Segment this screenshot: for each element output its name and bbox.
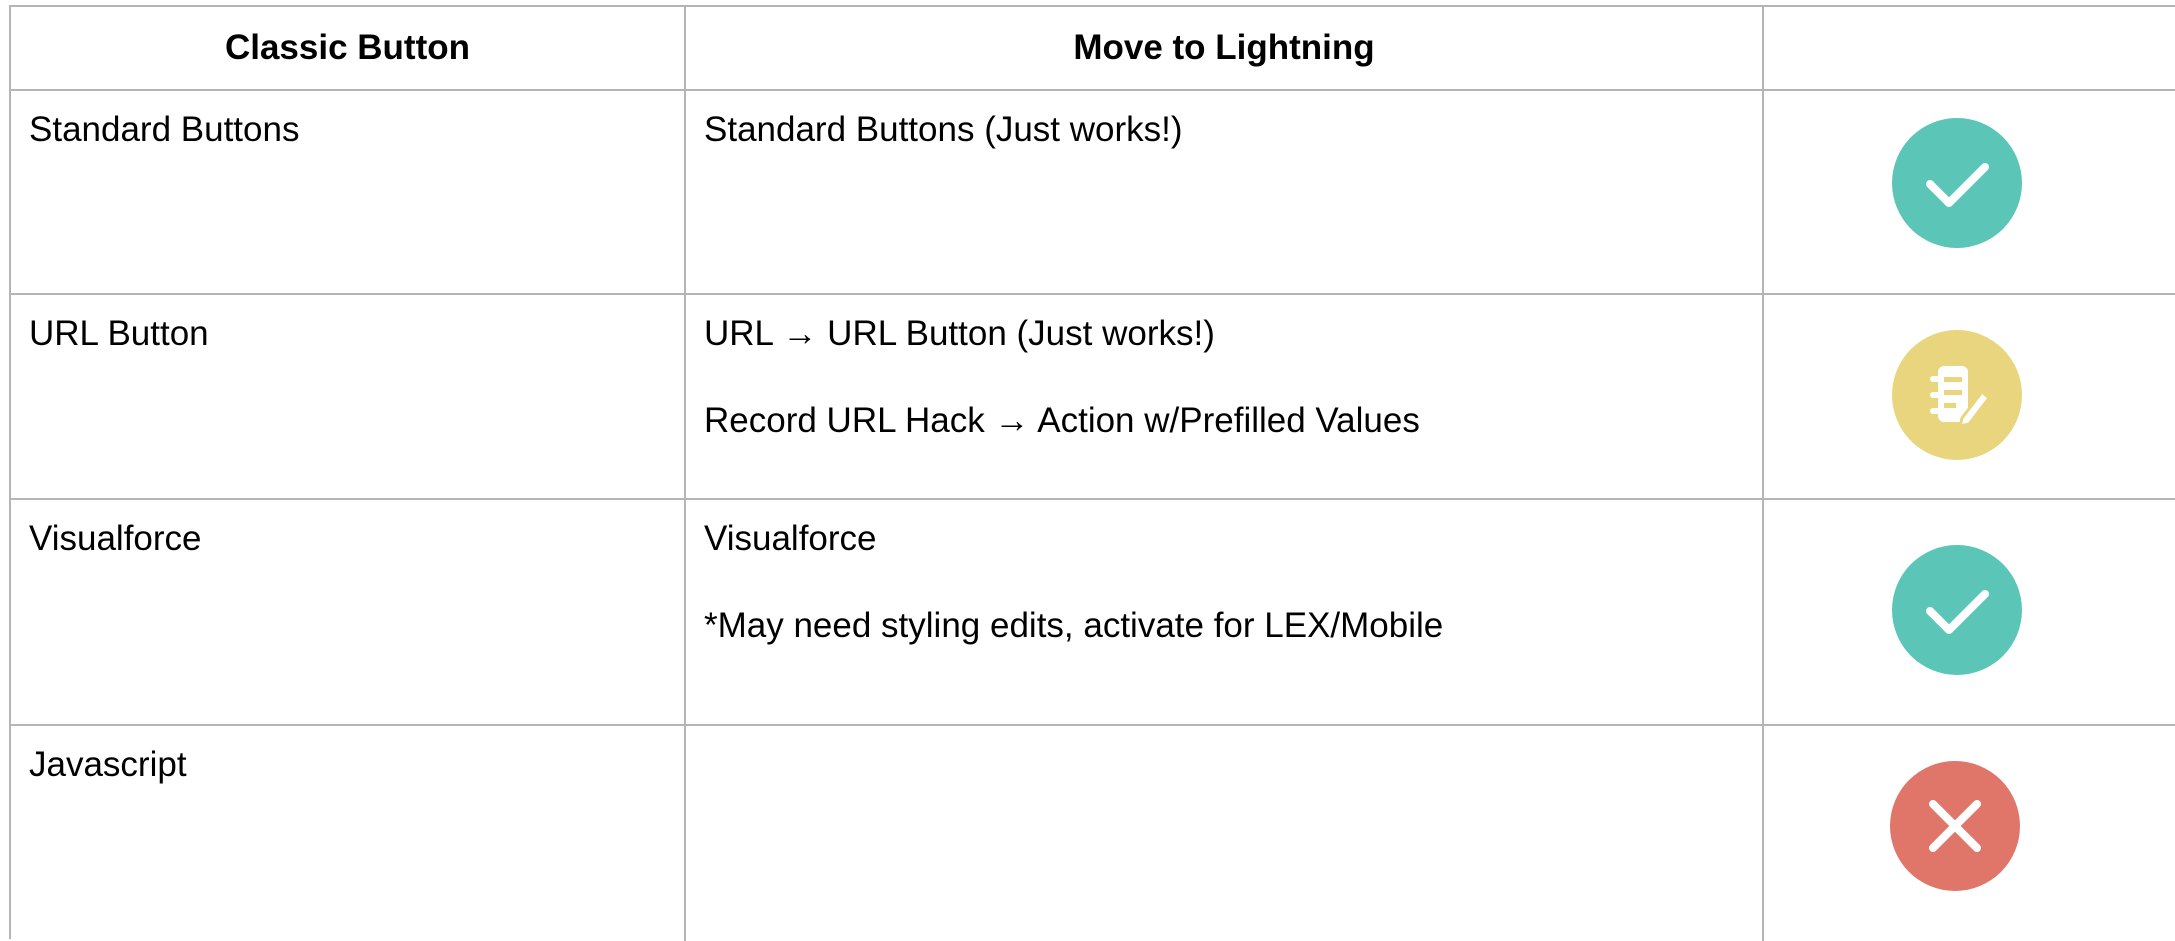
lightning-line: Standard Buttons (Just works!) [704, 110, 1183, 149]
table-row: URL Button URL → URL Button (Just works!… [11, 295, 2175, 500]
lightning-line: *May need styling edits, activate for LE… [704, 606, 1444, 645]
status-cell [1764, 295, 2175, 498]
lightning-line: Record URL Hack → Action w/Prefilled Val… [704, 401, 1420, 440]
edit-note-icon [1892, 330, 2022, 460]
classic-cell: URL Button [11, 295, 686, 498]
table-header-row: Classic Button Move to Lightning [11, 7, 2175, 91]
lightning-cell [686, 726, 1764, 941]
lightning-line: URL → URL Button (Just works!) [704, 314, 1215, 353]
status-cell [1764, 500, 2175, 724]
lightning-line: Visualforce [704, 519, 877, 558]
close-icon [1890, 761, 2020, 891]
table-row: Visualforce Visualforce *May need stylin… [11, 500, 2175, 726]
comparison-table: Classic Button Move to Lightning Standar… [9, 5, 2175, 941]
header-move-to-lightning: Move to Lightning [686, 7, 1764, 89]
header-status [1764, 7, 2175, 89]
classic-cell: Standard Buttons [11, 91, 686, 293]
classic-cell: Visualforce [11, 500, 686, 724]
classic-cell: Javascript [11, 726, 686, 941]
table-row: Standard Buttons Standard Buttons (Just … [11, 91, 2175, 295]
status-cell [1764, 91, 2175, 293]
lightning-cell: Visualforce *May need styling edits, act… [686, 500, 1764, 724]
check-icon [1892, 545, 2022, 675]
header-classic-button: Classic Button [11, 7, 686, 89]
lightning-cell: URL → URL Button (Just works!) Record UR… [686, 295, 1764, 498]
table-row: Javascript [11, 726, 2175, 941]
status-cell [1764, 726, 2175, 941]
lightning-cell: Standard Buttons (Just works!) [686, 91, 1764, 293]
check-icon [1892, 118, 2022, 248]
